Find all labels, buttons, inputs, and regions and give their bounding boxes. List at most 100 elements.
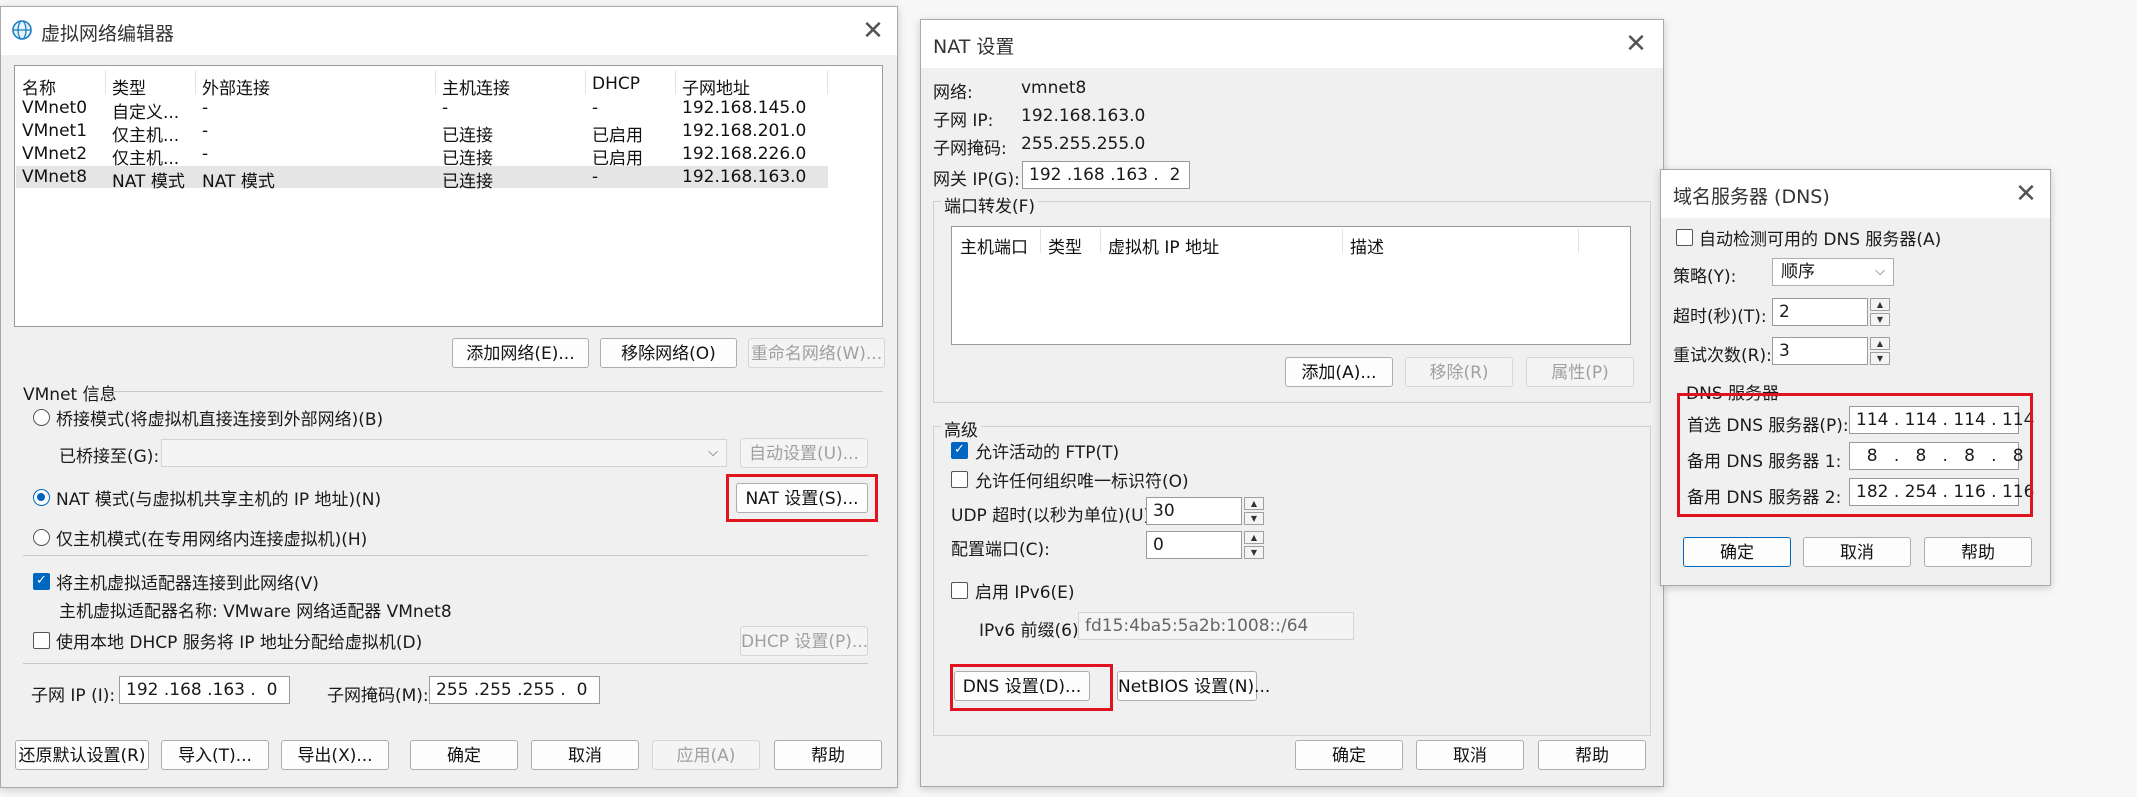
column-header-host-port[interactable]: 主机端口 (960, 233, 1028, 258)
close-icon[interactable]: ✕ (1621, 29, 1651, 59)
import-button[interactable]: 导入(T)... (161, 740, 269, 770)
cell-external: NAT 模式 (202, 172, 275, 192)
header-divider (435, 70, 436, 94)
cell-name: VMnet8 (22, 167, 88, 187)
cell-subnet: 192.168.145.0 (682, 98, 807, 118)
subnet-mask-field[interactable]: 255 .255 .255 . 0 (429, 676, 600, 704)
column-header-dhcp[interactable]: DHCP (592, 74, 640, 94)
dhcp-settings-button[interactable]: DHCP 设置(P)... (740, 626, 868, 656)
column-header-type[interactable]: 类型 (112, 74, 146, 99)
help-button[interactable]: 帮助 (1538, 740, 1646, 770)
port-forward-list[interactable]: 主机端口 类型 虚拟机 IP 地址 描述 (951, 226, 1631, 345)
dns-settings-window: 域名服务器 (DNS) ✕ 自动检测可用的 DNS 服务器(A) 策略(Y): … (1660, 169, 2051, 586)
cancel-button[interactable]: 取消 (1416, 740, 1524, 770)
close-icon[interactable]: ✕ (2011, 179, 2041, 209)
cell-type: 仅主机... (112, 126, 180, 146)
enable-ipv6-checkbox[interactable] (951, 582, 968, 599)
arrow-up-icon[interactable]: ▲ (1244, 531, 1264, 544)
column-header-host[interactable]: 主机连接 (442, 74, 510, 99)
add-button[interactable]: 添加(A)... (1285, 357, 1393, 387)
title-bar: NAT 设置 ✕ (921, 20, 1663, 68)
host-only-label[interactable]: 仅主机模式(在专用网络内连接虚拟机)(H) (56, 525, 367, 550)
ipv6-prefix-field[interactable]: fd15:4ba5:5a2b:1008::/64 (1078, 612, 1354, 640)
cell-type: 自定义... (112, 103, 180, 123)
auto-settings-button[interactable]: 自动设置(U)... (740, 438, 868, 468)
help-button[interactable]: 帮助 (774, 740, 882, 770)
allow-oui-label[interactable]: 允许任何组织唯一标识符(O) (975, 467, 1189, 492)
ok-button[interactable]: 确定 (1295, 740, 1403, 770)
nat-mode-radio[interactable] (33, 489, 50, 506)
auto-detect-dns-label[interactable]: 自动检测可用的 DNS 服务器(A) (1699, 225, 1941, 250)
enable-ipv6-label[interactable]: 启用 IPv6(E) (975, 578, 1075, 603)
column-header-subnet[interactable]: 子网地址 (682, 74, 750, 99)
restore-defaults-button[interactable]: 还原默认设置(R) (15, 740, 149, 770)
udp-timeout-field[interactable]: 30 (1146, 497, 1242, 525)
netbios-settings-button[interactable]: NetBIOS 设置(N)... (1117, 671, 1270, 701)
subnet-ip-label: 子网 IP (I): (31, 686, 116, 706)
bridge-mode-radio[interactable] (33, 409, 50, 426)
auto-detect-dns-checkbox[interactable] (1676, 229, 1693, 246)
cell-external: - (202, 98, 209, 118)
timeout-field[interactable]: 2 (1772, 298, 1868, 326)
cancel-button[interactable]: 取消 (1803, 537, 1911, 567)
timeout-stepper[interactable]: ▲ ▼ (1870, 298, 1890, 326)
policy-label: 策略(Y): (1673, 267, 1737, 287)
add-network-button[interactable]: 添加网络(E)... (452, 338, 589, 368)
header-divider (1100, 229, 1101, 253)
divider (23, 555, 868, 556)
policy-select[interactable]: 顺序 ⌵ (1772, 258, 1894, 286)
column-header-external[interactable]: 外部连接 (202, 74, 270, 99)
use-dhcp-checkbox[interactable] (33, 632, 50, 649)
remove-network-button[interactable]: 移除网络(O) (600, 338, 737, 368)
nat-mode-label[interactable]: NAT 模式(与虚拟机共享主机的 IP 地址)(N) (56, 485, 381, 510)
column-header-name[interactable]: 名称 (22, 74, 56, 99)
divider (111, 391, 883, 392)
cell-host: - (442, 98, 449, 118)
bridged-to-label: 已桥接至(G): (59, 447, 160, 467)
use-dhcp-label[interactable]: 使用本地 DHCP 服务将 IP 地址分配给虚拟机(D) (56, 628, 422, 653)
properties-button[interactable]: 属性(P) (1526, 357, 1634, 387)
retries-field[interactable]: 3 (1772, 337, 1868, 365)
retries-stepper[interactable]: ▲ ▼ (1870, 337, 1890, 365)
subnet-mask-label: 子网掩码: (933, 139, 1007, 159)
config-port-stepper[interactable]: ▲ ▼ (1244, 531, 1264, 559)
connect-adapter-label[interactable]: 将主机虚拟适配器连接到此网络(V) (56, 569, 319, 594)
column-header-vm-ip[interactable]: 虚拟机 IP 地址 (1108, 233, 1219, 258)
allow-ftp-checkbox[interactable]: ✓ (951, 442, 968, 459)
host-only-radio[interactable] (33, 529, 50, 546)
close-icon[interactable]: ✕ (858, 16, 888, 46)
udp-timeout-stepper[interactable]: ▲ ▼ (1244, 497, 1264, 525)
apply-button[interactable]: 应用(A) (652, 740, 760, 770)
arrow-up-icon[interactable]: ▲ (1244, 497, 1264, 510)
arrow-down-icon[interactable]: ▼ (1870, 313, 1890, 326)
arrow-up-icon[interactable]: ▲ (1870, 298, 1890, 311)
column-header-description[interactable]: 描述 (1350, 233, 1384, 258)
ok-button[interactable]: 确定 (1683, 537, 1791, 567)
arrow-down-icon[interactable]: ▼ (1244, 512, 1264, 525)
arrow-down-icon[interactable]: ▼ (1870, 352, 1890, 365)
arrow-down-icon[interactable]: ▼ (1244, 546, 1264, 559)
gateway-ip-field[interactable]: 192 .168 .163 . 2 (1022, 161, 1190, 189)
header-divider (1040, 229, 1041, 253)
connect-adapter-checkbox[interactable]: ✓ (33, 573, 50, 590)
header-divider (675, 70, 676, 94)
allow-oui-checkbox[interactable] (951, 471, 968, 488)
network-list[interactable]: 名称 类型 外部连接 主机连接 DHCP 子网地址 VMnet0 自定义... … (14, 65, 883, 327)
cell-host: 已连接 (442, 172, 493, 192)
arrow-up-icon[interactable]: ▲ (1870, 337, 1890, 350)
help-button[interactable]: 帮助 (1924, 537, 2032, 567)
remove-button[interactable]: 移除(R) (1405, 357, 1513, 387)
config-port-label: 配置端口(C): (951, 540, 1050, 560)
config-port-field[interactable]: 0 (1146, 531, 1242, 559)
bridge-mode-label[interactable]: 桥接模式(将虚拟机直接连接到外部网络)(B) (56, 405, 383, 430)
ok-button[interactable]: 确定 (410, 740, 518, 770)
cell-name: VMnet1 (22, 121, 88, 141)
rename-network-button[interactable]: 重命名网络(W)... (748, 338, 885, 368)
subnet-ip-field[interactable]: 192 .168 .163 . 0 (119, 676, 290, 704)
export-button[interactable]: 导出(X)... (281, 740, 389, 770)
allow-ftp-label[interactable]: 允许活动的 FTP(T) (975, 438, 1119, 463)
cancel-button[interactable]: 取消 (531, 740, 639, 770)
bridged-to-select[interactable]: ⌵ (161, 439, 727, 467)
column-header-type[interactable]: 类型 (1048, 233, 1082, 258)
chevron-down-icon: ⌵ (708, 445, 718, 460)
